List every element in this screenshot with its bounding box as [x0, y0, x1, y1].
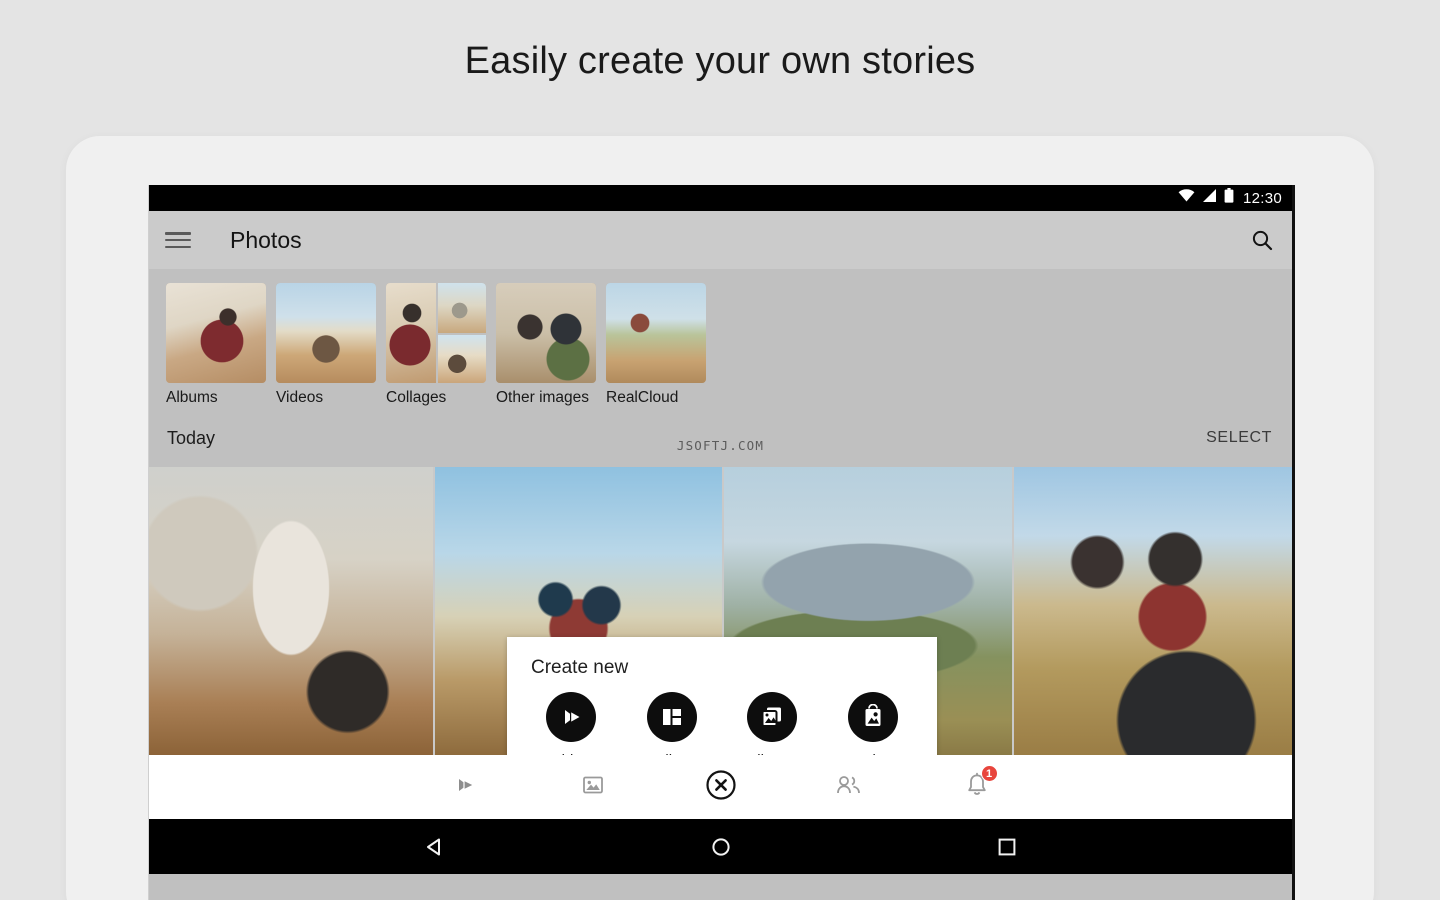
recents-square-icon[interactable] — [987, 827, 1027, 867]
category-item-albums[interactable]: Albums — [166, 283, 266, 407]
create-new-title: Create new — [507, 637, 937, 679]
section-header: Today SELECT — [149, 409, 1292, 467]
print-bag-icon — [848, 692, 898, 742]
photo-grid-item[interactable] — [149, 467, 433, 755]
albums-stack-icon — [747, 692, 797, 742]
select-button[interactable]: SELECT — [1206, 429, 1272, 447]
video-play-icon — [546, 692, 596, 742]
category-label: Videos — [276, 389, 376, 407]
app-bar-title: Photos — [230, 227, 302, 254]
battery-icon — [1224, 188, 1234, 208]
signal-icon — [1202, 189, 1217, 207]
category-item-other-images[interactable]: Other images — [496, 283, 596, 407]
home-circle-icon[interactable] — [701, 827, 741, 867]
albums-thumbnail — [166, 283, 266, 383]
screenshot-root: Easily create your own stories 12:30 — [0, 0, 1440, 900]
bottom-navigation-bar: 1 — [149, 755, 1292, 819]
section-title: Today — [167, 428, 215, 449]
people-icon — [835, 772, 863, 803]
page-title: Easily create your own stories — [0, 40, 1440, 83]
android-navigation-bar — [149, 819, 1292, 874]
close-circle-icon — [705, 769, 737, 806]
app-bar: Photos — [149, 211, 1292, 269]
status-clock: 12:30 — [1243, 190, 1282, 207]
category-item-collages[interactable]: Collages — [386, 283, 486, 407]
back-triangle-icon[interactable] — [415, 827, 455, 867]
videos-thumbnail — [276, 283, 376, 383]
play-arrow-icon — [452, 772, 478, 803]
category-row: Albums Videos Co — [149, 269, 1292, 409]
category-label: Albums — [166, 389, 266, 407]
bottom-nav-photos[interactable] — [571, 765, 615, 809]
collage-grid-icon — [647, 692, 697, 742]
tablet-screen: 12:30 Photos Albums — [148, 185, 1295, 900]
notification-badge: 1 — [981, 765, 998, 782]
category-item-videos[interactable]: Videos — [276, 283, 376, 407]
bottom-nav-assistant[interactable] — [443, 765, 487, 809]
bottom-nav-close[interactable] — [699, 765, 743, 809]
realcloud-thumbnail — [606, 283, 706, 383]
category-label: Other images — [496, 389, 596, 407]
collages-thumbnail — [386, 283, 486, 383]
bottom-nav-sharing[interactable] — [827, 765, 871, 809]
wifi-icon — [1178, 189, 1195, 207]
image-icon — [580, 772, 606, 803]
other-images-thumbnail — [496, 283, 596, 383]
category-label: RealCloud — [606, 389, 706, 407]
bottom-nav-notifications[interactable]: 1 — [955, 765, 999, 809]
search-icon[interactable] — [1246, 224, 1278, 256]
status-bar: 12:30 — [149, 185, 1292, 211]
photo-grid-item[interactable] — [1012, 467, 1292, 755]
hamburger-menu-icon[interactable] — [165, 230, 191, 250]
category-label: Collages — [386, 389, 486, 407]
category-item-realcloud[interactable]: RealCloud — [606, 283, 706, 407]
